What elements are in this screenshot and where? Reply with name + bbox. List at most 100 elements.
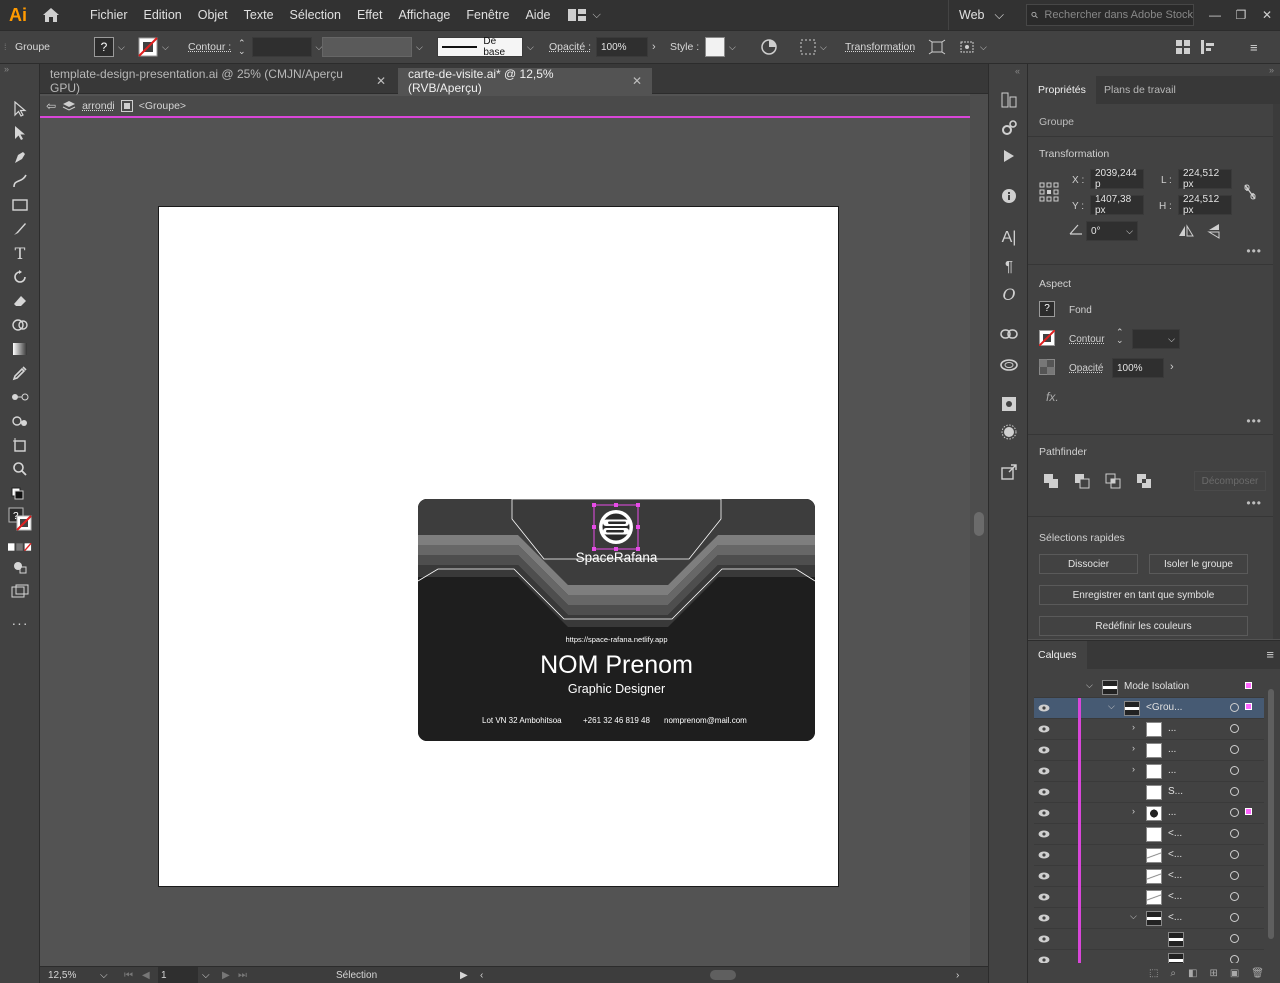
menu-1[interactable]: Edition bbox=[136, 0, 190, 30]
visibility-eye-icon[interactable] bbox=[1038, 892, 1050, 902]
stroke-weight-stepper[interactable]: ⌃ ⌄ ⌵ bbox=[238, 31, 322, 63]
locate-object-icon[interactable]: ⌕ bbox=[1170, 968, 1176, 979]
chevron-down-icon[interactable]: ⌵ bbox=[202, 967, 210, 983]
layer-row[interactable] bbox=[1034, 929, 1264, 950]
paintbrush-tool-icon[interactable] bbox=[8, 218, 32, 240]
paragraph-icon[interactable]: ¶ bbox=[999, 256, 1019, 276]
symbol-sprayer-tool-icon[interactable] bbox=[8, 410, 32, 432]
angle-field[interactable]: 0° ⌵ bbox=[1086, 221, 1138, 241]
properties-gear-icon[interactable] bbox=[999, 118, 1019, 138]
exclude-icon[interactable] bbox=[1136, 473, 1152, 489]
drawing-mode-icon[interactable] bbox=[8, 556, 32, 578]
scrollbar-thumb[interactable] bbox=[974, 512, 984, 536]
chevron-down-icon[interactable]: ⌵ bbox=[100, 967, 108, 983]
zoom-level[interactable]: 12,5% bbox=[48, 967, 76, 983]
stock-search-input[interactable]: Rechercher dans Adobe Stock bbox=[1026, 4, 1194, 26]
actions-play-icon[interactable] bbox=[999, 146, 1019, 166]
layer-row[interactable]: <... bbox=[1034, 866, 1264, 887]
info-icon[interactable] bbox=[999, 186, 1019, 206]
tools-grip[interactable]: » bbox=[0, 64, 39, 76]
transform-link[interactable]: Transformation bbox=[845, 31, 915, 63]
menu-2[interactable]: Objet bbox=[190, 0, 236, 30]
opacity-label[interactable]: Opacité : bbox=[549, 31, 591, 63]
save-as-symbol-button[interactable]: Enregistrer en tant que symbole bbox=[1039, 585, 1248, 605]
isolation-layer-link[interactable]: arrondi bbox=[82, 100, 115, 112]
visibility-eye-icon[interactable] bbox=[1038, 808, 1050, 818]
layer-row[interactable]: ›... bbox=[1034, 719, 1264, 740]
opacity-field-wrap[interactable]: 100% › bbox=[596, 31, 656, 63]
visibility-eye-icon[interactable] bbox=[1038, 913, 1050, 923]
selection-indicator[interactable] bbox=[1245, 682, 1252, 689]
layer-name[interactable]: <Grou... bbox=[1146, 702, 1182, 713]
default-colors-icon[interactable] bbox=[8, 484, 32, 506]
gradient-tool-icon[interactable] bbox=[8, 338, 32, 360]
intersect-icon[interactable] bbox=[1105, 473, 1121, 489]
target-circle-icon[interactable] bbox=[1230, 850, 1239, 859]
rotate-tool-icon[interactable] bbox=[8, 266, 32, 288]
layer-row[interactable]: ⌵ <Grou... bbox=[1034, 698, 1264, 719]
export-icon[interactable] bbox=[999, 462, 1019, 482]
visibility-eye-icon[interactable] bbox=[1038, 934, 1050, 944]
hscroll-left-icon[interactable]: ‹ bbox=[480, 967, 483, 983]
tab-template-design[interactable]: template-design-presentation.ai @ 25% (C… bbox=[40, 67, 396, 95]
reference-point-icon[interactable] bbox=[1039, 182, 1059, 202]
align-grid-icon[interactable]: ⌵ bbox=[800, 31, 827, 63]
menu-8[interactable]: Aide bbox=[517, 0, 558, 30]
stroke-label[interactable]: Contour : bbox=[188, 31, 231, 63]
hscroll-right-icon[interactable]: › bbox=[956, 967, 959, 983]
menu-5[interactable]: Effet bbox=[349, 0, 390, 30]
width-field[interactable]: 224,512 px bbox=[1178, 168, 1232, 190]
appearance-stroke-label[interactable]: Contour bbox=[1069, 334, 1105, 345]
canvas-vertical-scrollbar[interactable] bbox=[970, 94, 988, 966]
layer-name[interactable]: ... bbox=[1168, 765, 1176, 776]
visibility-eye-icon[interactable] bbox=[1038, 703, 1050, 713]
strip-collapse-icon[interactable]: « bbox=[1015, 66, 1020, 76]
chevron-down-icon[interactable]: ⌵ bbox=[1108, 701, 1115, 712]
target-circle-icon[interactable] bbox=[1230, 913, 1239, 922]
chevron-right-icon[interactable]: › bbox=[1132, 722, 1135, 732]
selection-indicator[interactable] bbox=[1245, 703, 1252, 710]
layer-row[interactable]: S... bbox=[1034, 782, 1264, 803]
constrain-proportions-icon[interactable] bbox=[1242, 184, 1258, 200]
current-tool-label[interactable]: Sélection bbox=[336, 967, 377, 983]
character-icon[interactable]: A| bbox=[999, 228, 1019, 248]
tab-artboards[interactable]: Plans de travail bbox=[1094, 76, 1186, 104]
selection-tool-icon[interactable] bbox=[8, 98, 32, 120]
rectangle-tool-icon[interactable] bbox=[8, 194, 32, 216]
target-circle-icon[interactable] bbox=[1230, 808, 1239, 817]
first-artboard-icon[interactable]: ⏮ bbox=[124, 967, 133, 983]
appearance-opacity-field[interactable]: 100% bbox=[1112, 358, 1164, 378]
business-card[interactable]: SpaceRafana https://space-rafana.netlify… bbox=[418, 499, 815, 741]
visibility-eye-icon[interactable] bbox=[1038, 850, 1050, 860]
chevron-right-icon[interactable]: › bbox=[1132, 806, 1135, 816]
edit-toolbar-icon[interactable]: ··· bbox=[8, 612, 32, 634]
tab-properties[interactable]: Propriétés bbox=[1028, 76, 1096, 104]
new-layer-icon[interactable]: ▣ bbox=[1230, 968, 1239, 979]
visibility-eye-icon[interactable] bbox=[1038, 745, 1050, 755]
back-arrow-icon[interactable]: ⇦ bbox=[46, 99, 56, 113]
workspace-switcher[interactable]: Web ⌵ bbox=[948, 0, 1018, 30]
delete-layer-icon[interactable]: 🗑 bbox=[1251, 968, 1264, 979]
layer-name[interactable]: <... bbox=[1168, 870, 1182, 881]
layer-name[interactable]: ... bbox=[1168, 807, 1176, 818]
menu-4[interactable]: Sélection bbox=[282, 0, 349, 30]
stroke-stepper[interactable]: ⌃ ⌄ bbox=[1116, 328, 1124, 345]
target-circle-icon[interactable] bbox=[1230, 892, 1239, 901]
none-stroke-icon[interactable] bbox=[1039, 330, 1055, 346]
target-circle-icon[interactable] bbox=[1230, 766, 1239, 775]
new-sublayer-icon[interactable]: ⊞ bbox=[1209, 968, 1217, 979]
more-appearance-options[interactable]: ••• bbox=[1246, 414, 1262, 428]
distribute-icon[interactable] bbox=[1201, 31, 1219, 63]
expand-button[interactable]: Décomposer bbox=[1194, 471, 1266, 491]
tab-carte-de-visite[interactable]: carte-de-visite.ai* @ 12,5% (RVB/Aperçu)… bbox=[398, 67, 652, 95]
layer-name[interactable]: ... bbox=[1168, 744, 1176, 755]
stroke-weight-field[interactable] bbox=[251, 37, 312, 57]
opacity-checker-icon[interactable] bbox=[1039, 359, 1055, 375]
menu-6[interactable]: Affichage bbox=[390, 0, 458, 30]
chevron-right-icon[interactable]: › bbox=[1132, 743, 1135, 753]
more-pathfinder-options[interactable]: ••• bbox=[1246, 496, 1262, 510]
fill-stroke-swatch[interactable]: ? bbox=[8, 507, 32, 531]
appearance-opacity-label[interactable]: Opacité bbox=[1069, 363, 1103, 374]
chevron-down-icon[interactable]: ⌵ bbox=[1086, 680, 1093, 691]
make-clip-mask-icon[interactable]: ◧ bbox=[1188, 968, 1197, 979]
